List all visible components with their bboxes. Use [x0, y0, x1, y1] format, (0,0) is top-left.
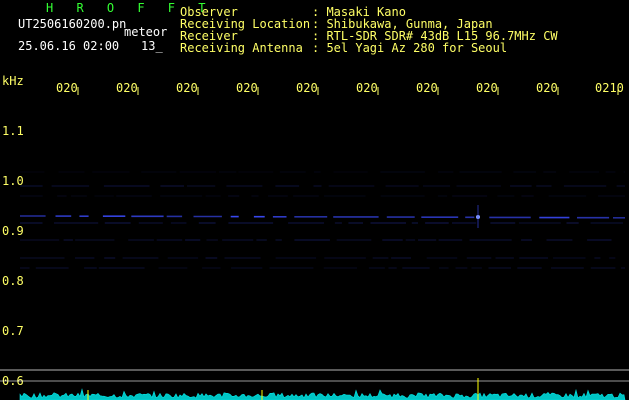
- hrofft-screen: H R O F F T UT2506160200.pn meteor 25.06…: [0, 0, 629, 400]
- spectrum-fill: [19, 388, 626, 400]
- axis-ticks: [0, 87, 629, 382]
- meteor-echo-traces: [20, 171, 625, 269]
- spectrogram-plot: [0, 87, 629, 400]
